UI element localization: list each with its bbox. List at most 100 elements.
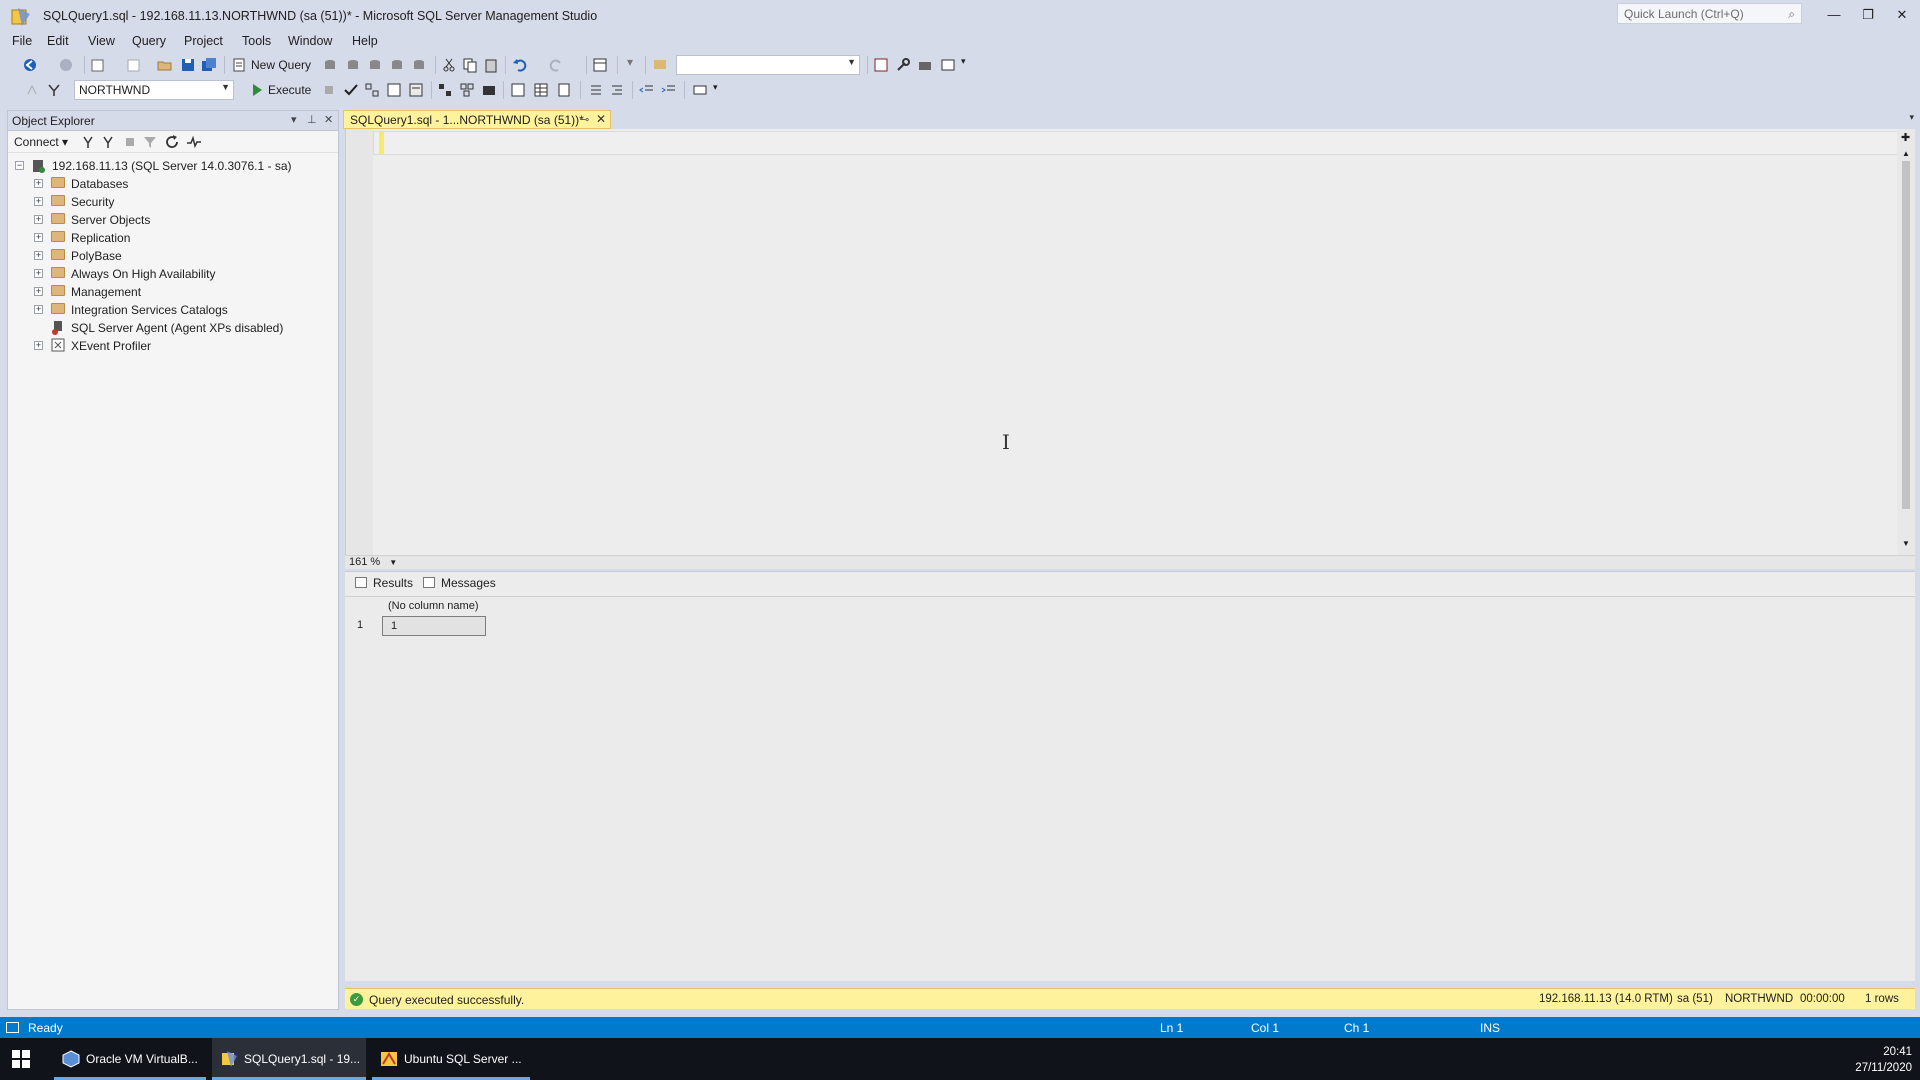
toolbar-overflow-icon[interactable]: ▾ [961, 56, 966, 67]
dmx-query-icon[interactable] [389, 57, 405, 73]
execute-button[interactable]: Execute [268, 83, 311, 97]
decrease-indent-icon[interactable] [639, 82, 655, 98]
expand-icon[interactable]: + [34, 215, 43, 224]
close-panel-icon[interactable]: ✕ [324, 113, 333, 126]
tab-messages[interactable]: Messages [423, 576, 496, 590]
add-item-icon[interactable] [126, 57, 142, 73]
quick-launch-input[interactable]: Quick Launch (Ctrl+Q) ⌕ [1617, 3, 1802, 24]
tree-node-server-objects[interactable]: + Server Objects [8, 211, 338, 229]
menu-tools[interactable]: Tools [242, 34, 271, 48]
open-file-icon[interactable] [157, 57, 173, 73]
intellisense-icon[interactable] [437, 82, 453, 98]
expand-icon[interactable]: + [34, 305, 43, 314]
tree-node-integration-services[interactable]: + Integration Services Catalogs [8, 301, 338, 319]
disconnect-icon[interactable] [100, 134, 116, 150]
grid-cell[interactable]: 1 [382, 616, 486, 636]
new-query-icon[interactable] [231, 57, 247, 73]
save-icon[interactable] [180, 57, 196, 73]
connect-button[interactable]: Connect ▾ [14, 135, 68, 149]
menu-query[interactable]: Query [132, 34, 166, 48]
query-designer-icon[interactable] [386, 82, 402, 98]
stop-icon[interactable] [122, 134, 138, 150]
tree-node-replication[interactable]: + Replication [8, 229, 338, 247]
window-position-icon[interactable]: ▾ [291, 113, 297, 126]
tree-node-always-on[interactable]: + Always On High Availability [8, 265, 338, 283]
comment-lines-icon[interactable] [588, 82, 604, 98]
find-in-files-icon[interactable] [652, 57, 668, 73]
toolbar-overflow-icon[interactable]: ▾ [713, 82, 718, 93]
tree-node-management[interactable]: + Management [8, 283, 338, 301]
taskbar-item-ssms[interactable]: SQLQuery1.sql - 19... [212, 1038, 366, 1080]
expand-icon[interactable]: + [34, 269, 43, 278]
menu-help[interactable]: Help [352, 34, 378, 48]
connect-icon[interactable] [24, 82, 40, 98]
back-icon[interactable] [22, 57, 38, 73]
window-options-icon[interactable] [940, 57, 956, 73]
cut-icon[interactable] [441, 57, 457, 73]
results-to-grid-icon[interactable] [533, 82, 549, 98]
dropdown-arrow-icon[interactable]: ▾ [627, 55, 633, 69]
query-editor[interactable]: I ✚ ▲ ▼ [345, 129, 1915, 555]
analysis-query-icon[interactable] [345, 57, 361, 73]
expand-icon[interactable]: + [34, 341, 43, 350]
restore-button[interactable]: ❐ [1853, 4, 1883, 26]
pin-icon[interactable]: ⊥ [307, 113, 317, 126]
specify-template-values-icon[interactable] [692, 82, 708, 98]
tab-sqlquery1[interactable]: SQLQuery1.sql - 1...NORTHWND (sa (51))* … [343, 110, 611, 129]
zoom-level-combo[interactable]: 161 % ▼ [349, 556, 397, 568]
mdx-query-icon[interactable] [367, 57, 383, 73]
properties-wrench-icon[interactable] [895, 57, 911, 73]
uncomment-lines-icon[interactable] [609, 82, 625, 98]
tree-node-databases[interactable]: + Databases [8, 175, 338, 193]
split-window-icon[interactable]: ✚ [1901, 131, 1910, 144]
tree-node-security[interactable]: + Security [8, 193, 338, 211]
change-connection-icon[interactable] [46, 82, 62, 98]
expand-icon[interactable]: + [34, 251, 43, 260]
parse-checkmark-icon[interactable] [343, 82, 359, 98]
toolbox-icon[interactable] [917, 57, 933, 73]
windows-start-icon[interactable] [12, 1050, 30, 1068]
menu-project[interactable]: Project [184, 34, 223, 48]
menu-view[interactable]: View [88, 34, 115, 48]
collapse-icon[interactable]: − [15, 161, 24, 170]
expand-icon[interactable]: + [34, 197, 43, 206]
find-combo[interactable]: ▼ [676, 55, 860, 75]
menu-file[interactable]: File [12, 34, 32, 48]
filter-icon[interactable] [142, 134, 158, 150]
tree-node-server[interactable]: − 192.168.11.13 (SQL Server 14.0.3076.1 … [8, 157, 338, 175]
tree-node-sql-agent[interactable]: SQL Server Agent (Agent XPs disabled) [8, 319, 338, 337]
new-project-icon[interactable] [90, 57, 106, 73]
forward-icon[interactable] [58, 57, 74, 73]
tab-results[interactable]: Results [355, 576, 413, 590]
xmla-query-icon[interactable] [411, 57, 427, 73]
close-window-button[interactable]: ✕ [1887, 4, 1917, 26]
copy-icon[interactable] [462, 57, 478, 73]
scroll-up-icon[interactable]: ▲ [1902, 149, 1910, 158]
expand-icon[interactable]: + [34, 233, 43, 242]
tree-node-polybase[interactable]: + PolyBase [8, 247, 338, 265]
expand-icon[interactable]: + [34, 179, 43, 188]
new-query-button[interactable]: New Query [251, 58, 311, 72]
pin-tab-icon[interactable]: ⊸ [580, 113, 589, 126]
close-tab-icon[interactable]: ✕ [596, 112, 606, 126]
activity-monitor-icon[interactable] [186, 134, 202, 150]
query-options-icon[interactable] [408, 82, 424, 98]
save-all-icon[interactable] [201, 57, 217, 73]
system-clock[interactable]: 20:41 27/11/2020 [1855, 1044, 1912, 1076]
editor-vertical-scrollbar[interactable]: ✚ ▲ ▼ [1897, 129, 1915, 555]
tab-list-dropdown-icon[interactable]: ▾ [1909, 112, 1914, 123]
window-layout-icon[interactable] [592, 57, 608, 73]
increase-indent-icon[interactable] [661, 82, 677, 98]
redo-icon[interactable] [548, 57, 564, 73]
available-databases-combo[interactable]: NORTHWND ▼ [74, 80, 234, 100]
taskbar-item-virtualbox[interactable]: Oracle VM VirtualB... [54, 1038, 206, 1080]
undo-icon[interactable] [512, 57, 528, 73]
database-engine-query-icon[interactable] [322, 57, 338, 73]
menu-edit[interactable]: Edit [47, 34, 69, 48]
results-to-file-icon[interactable] [556, 82, 572, 98]
paste-icon[interactable] [483, 57, 499, 73]
live-stats-icon[interactable] [481, 82, 497, 98]
include-actual-plan-icon[interactable] [459, 82, 475, 98]
minimize-button[interactable]: — [1819, 4, 1849, 26]
cancel-query-icon[interactable] [321, 82, 337, 98]
